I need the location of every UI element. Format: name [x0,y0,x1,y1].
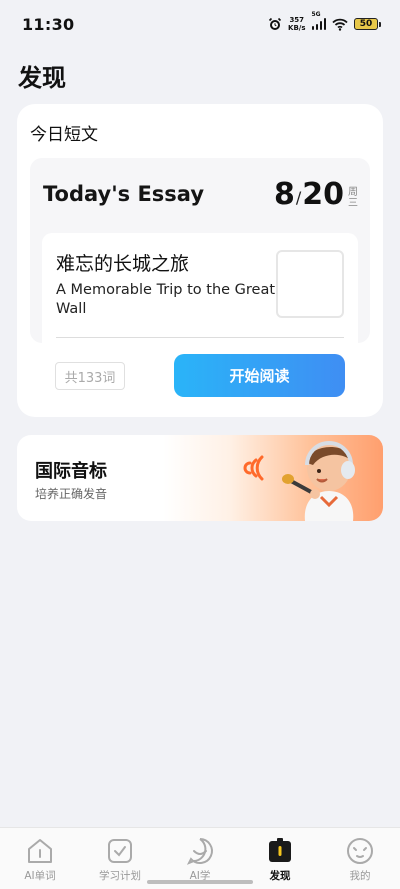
essay-heading: Today's Essay [43,182,205,206]
essay-date: 8 / 20 周 三 [274,178,358,212]
date-weekday: 周 三 [348,187,358,209]
wifi-icon [332,18,348,31]
essay-thumbnail [276,250,344,318]
net-speed: 357 KB/s [288,16,305,32]
date-day: 20 [302,177,344,212]
weekday-line-1: 周 [348,187,358,198]
essay-section-title: 今日短文 [30,125,98,145]
nav-item-ai-word[interactable]: AI单词 [0,836,80,883]
status-time: 11:30 [22,14,75,34]
nav-label: AI单词 [24,870,56,882]
nav-label: 学习计划 [99,870,141,882]
essay-en-title: A Memorable Trip to the Great Wall [56,282,276,317]
phonetic-card[interactable]: 国际音标 培养正确发音 [17,435,383,521]
network-type: 5G [311,11,321,18]
nav-item-ai-learn[interactable]: AI学 [160,836,240,883]
phonetic-subtitle: 培养正确发音 [35,487,108,501]
start-reading-button[interactable]: 开始阅读 [174,354,345,397]
word-count-badge: 共133词 [55,362,125,390]
divider [56,337,344,338]
weekday-line-2: 三 [348,198,358,209]
net-speed-unit: KB/s [288,24,306,32]
status-icons: 357 KB/s 5G 50 [268,11,381,32]
discover-icon [269,838,291,862]
status-bar: 11:30 357 KB/s 5G 50 [0,0,400,48]
date-month: 8 [273,177,295,212]
nav-item-profile[interactable]: 我的 [320,836,400,883]
page-title: 发现 [18,64,66,92]
nav-item-study-plan[interactable]: 学习计划 [80,836,160,883]
singing-boy-illustration [243,441,355,521]
nav-item-discover[interactable]: 发现 [240,836,320,883]
alarm-icon [268,17,282,30]
study-plan-icon [108,839,132,863]
home-indicator [147,880,253,884]
nav-label: 我的 [349,870,371,882]
battery-icon: 50 [354,18,381,30]
nav-label: 发现 [269,870,291,882]
net-speed-value: 357 [289,16,305,24]
profile-icon [347,838,373,864]
essay-panel[interactable]: Today's Essay 8 / 20 周 三 难忘的长城之旅 A Memor… [30,158,370,403]
ai-learn-icon [186,838,213,865]
ai-word-icon [28,839,52,863]
phonetic-title: 国际音标 [35,461,107,482]
date-separator: / [295,188,302,207]
essay-cn-title: 难忘的长城之旅 [56,253,190,275]
essay-card: 今日短文 Today's Essay 8 / 20 周 三 难忘的长城之旅 A … [17,104,383,417]
signal-icon: 5G [311,11,326,30]
